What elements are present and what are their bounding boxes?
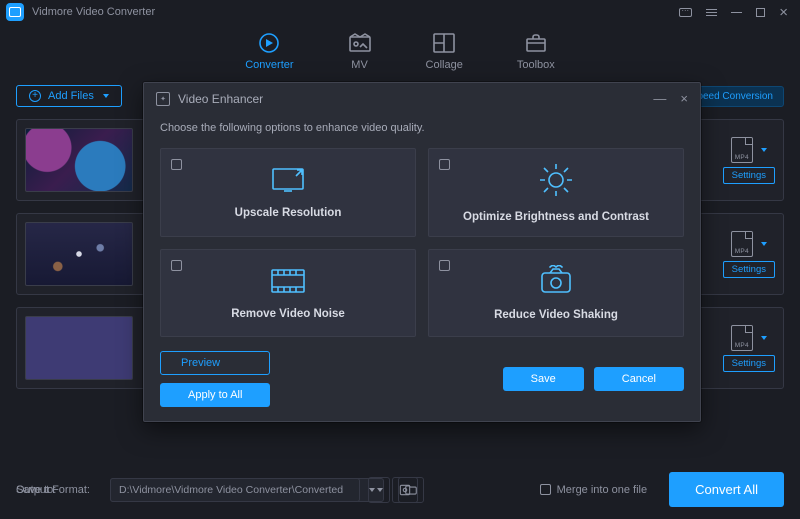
chevron-down-icon [103,94,109,98]
tab-label: MV [351,59,368,71]
settings-button[interactable]: Settings [723,355,775,372]
merge-checkbox[interactable]: Merge into one file [540,484,648,496]
checkbox-icon [171,159,182,170]
message-icon[interactable] [679,8,692,17]
checkbox-icon [171,260,182,271]
mp4-icon [731,137,753,163]
upscale-icon [268,165,308,195]
toolbox-icon [524,32,548,54]
tab-mv[interactable]: MV [348,32,372,71]
checkbox-icon [439,260,450,271]
settings-button[interactable]: Settings [723,167,775,184]
merge-label: Merge into one file [557,484,648,496]
dialog-minimize-button[interactable]: — [653,91,666,106]
checkbox-icon [540,484,551,495]
bottom-bar: Output Format: MP4 H.264/HEVC Merge into… [0,464,800,519]
apply-to-all-button[interactable]: Apply to All [160,383,270,407]
checkbox-icon [439,159,450,170]
output-format-picker[interactable] [731,325,767,351]
chevron-down-icon [761,148,767,152]
tab-label: Toolbox [517,59,555,71]
card-label: Optimize Brightness and Contrast [463,211,649,223]
save-to-value: D:\Vidmore\Vidmore Video Converter\Conve… [119,484,343,496]
tab-converter[interactable]: Converter [245,32,293,71]
reduce-shaking-option[interactable]: Reduce Video Shaking [428,249,684,338]
enhancer-icon [156,92,170,106]
settings-button[interactable]: Settings [723,261,775,278]
app-title: Vidmore Video Converter [32,6,155,18]
card-label: Reduce Video Shaking [494,309,618,321]
dialog-footer: Preview Apply to All Save Cancel [144,337,700,421]
film-icon [268,266,308,296]
save-to-select[interactable]: D:\Vidmore\Vidmore Video Converter\Conve… [110,478,360,502]
card-label: Upscale Resolution [235,207,342,219]
title-bar: Vidmore Video Converter × [0,0,800,24]
video-enhancer-dialog: Video Enhancer — × Choose the following … [143,82,701,422]
brightness-icon [537,161,575,199]
save-to-dropdown[interactable] [368,477,390,503]
dialog-header: Video Enhancer — × [144,83,700,114]
converter-icon [257,32,281,54]
tab-collage[interactable]: Collage [426,32,463,71]
app-window: Vidmore Video Converter × Converter MV [0,0,800,519]
camera-icon [536,265,576,297]
plus-icon: + [29,90,41,102]
main-tabs: Converter MV Collage Toolbox [0,24,800,77]
remove-noise-option[interactable]: Remove Video Noise [160,249,416,338]
upscale-resolution-option[interactable]: Upscale Resolution [160,148,416,237]
add-files-label: Add Files [48,90,94,102]
dialog-close-button[interactable]: × [680,91,688,106]
chevron-down-icon [761,242,767,246]
minimize-button[interactable] [731,12,742,13]
chevron-down-icon [761,336,767,340]
mv-icon [348,32,372,54]
menu-icon[interactable] [706,9,717,16]
video-thumbnail [25,128,133,192]
collage-icon [432,32,456,54]
save-to-label: Save to: [16,484,102,496]
tab-label: Converter [245,59,293,71]
convert-all-button[interactable]: Convert All [669,472,784,507]
mp4-icon [731,231,753,257]
add-files-button[interactable]: + Add Files [16,85,122,107]
tab-toolbox[interactable]: Toolbox [517,32,555,71]
dialog-title: Video Enhancer [178,92,263,106]
output-format-picker[interactable] [731,137,767,163]
output-format-picker[interactable] [731,231,767,257]
video-thumbnail [25,222,133,286]
tab-label: Collage [426,59,463,71]
cancel-button[interactable]: Cancel [594,367,684,391]
open-folder-button[interactable] [398,477,424,503]
close-button[interactable]: × [779,5,788,20]
chevron-down-icon [377,488,383,492]
dialog-hint: Choose the following options to enhance … [160,122,684,134]
preview-button[interactable]: Preview [160,351,270,375]
app-logo-icon [6,3,24,21]
video-thumbnail [25,316,133,380]
maximize-button[interactable] [756,8,765,17]
save-button[interactable]: Save [503,367,584,391]
mp4-icon [731,325,753,351]
optimize-brightness-option[interactable]: Optimize Brightness and Contrast [428,148,684,237]
card-label: Remove Video Noise [231,308,345,320]
